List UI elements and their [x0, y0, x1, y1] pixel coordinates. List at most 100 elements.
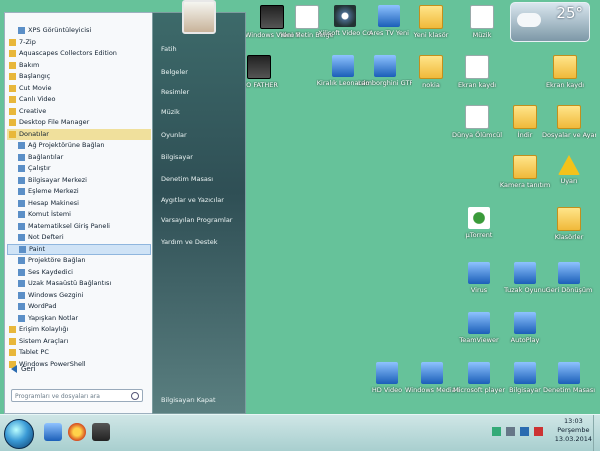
weather-temperature: 25°	[556, 4, 583, 22]
desktop-icon[interactable]: Uyarı	[542, 155, 596, 185]
program-item-label: Eşleme Merkezi	[28, 187, 79, 195]
program-item[interactable]: Komut İstemi	[7, 209, 151, 221]
program-item[interactable]: Eşleme Merkezi	[7, 186, 151, 198]
desktop-icon[interactable]: Yeni klasör	[404, 5, 458, 39]
app-icon	[18, 176, 25, 184]
start-menu-place-item[interactable]: Belgeler	[161, 68, 188, 76]
program-item[interactable]: Çalıştır	[7, 163, 151, 175]
program-item[interactable]: Başlangıç	[7, 71, 151, 83]
desktop-icon[interactable]: Ekran kaydı	[450, 55, 504, 89]
program-item[interactable]: Erişim Kolaylığı	[7, 324, 151, 336]
desktop-icon[interactable]: Dünya Ölümcül	[450, 105, 504, 139]
program-item[interactable]: Bağlantılar	[7, 152, 151, 164]
program-item-label: Erişim Kolaylığı	[19, 325, 69, 333]
volume-icon[interactable]	[520, 427, 529, 436]
desktop-icon-label: Windows Media Player	[405, 386, 459, 394]
folder-icon	[9, 119, 16, 127]
program-item[interactable]: Not Defteri	[7, 232, 151, 244]
media-icon	[334, 5, 356, 27]
clock-date: 13.03.2014	[554, 435, 592, 443]
program-item[interactable]: Uzak Masaüstü Bağlantısı	[7, 278, 151, 290]
desktop-icon-label: µTorrent	[465, 231, 493, 239]
app-blue-icon	[514, 312, 536, 334]
cloud-icon	[517, 13, 541, 27]
internet-explorer-icon[interactable]	[44, 423, 62, 441]
program-item[interactable]: Aquascapes Collectors Edition	[7, 48, 151, 60]
app-blue-icon	[468, 362, 490, 384]
program-item[interactable]: Yapışkan Notlar	[7, 313, 151, 325]
program-item[interactable]: Projektöre Bağlan	[7, 255, 151, 267]
folder-icon	[419, 55, 443, 79]
desktop-icon[interactable]: µTorrent	[452, 207, 506, 239]
start-menu-place-item[interactable]: Resimler	[161, 88, 189, 96]
desktop-icon[interactable]: Geri Dönüşüm	[542, 262, 596, 294]
doc-icon	[470, 5, 494, 29]
recycle-icon	[468, 207, 490, 229]
desktop-icon-label: Dünya Ölümcül	[451, 131, 502, 139]
start-menu-place-item[interactable]: Müzik	[161, 108, 180, 116]
start-menu-place-item[interactable]: Oyunlar	[161, 131, 187, 139]
program-item[interactable]: Hesap Makinesi	[7, 198, 151, 210]
weather-gadget[interactable]: 25°	[510, 2, 590, 42]
program-item[interactable]: Creative	[7, 106, 151, 118]
program-item[interactable]: WordPad	[7, 301, 151, 313]
flag-icon[interactable]	[506, 427, 515, 436]
desktop-icon-label: AutoPlay	[510, 336, 540, 344]
start-button[interactable]	[4, 419, 34, 449]
clock[interactable]: 13:03 Perşembe 13.03.2014	[555, 417, 592, 444]
start-menu-place-item[interactable]: Fatih	[161, 45, 177, 53]
back-button[interactable]: Geri	[11, 365, 36, 373]
program-item[interactable]: Tablet PC	[7, 347, 151, 359]
program-item-label: Canlı Video	[19, 95, 56, 103]
desktop-icon[interactable]: Klasörler	[542, 207, 596, 241]
folder-icon	[9, 130, 16, 138]
program-item[interactable]: Canlı Video	[7, 94, 151, 106]
desktop-icon[interactable]: Ekran kaydı	[538, 55, 592, 89]
program-item[interactable]: Ses Kaydedici	[7, 267, 151, 279]
program-item[interactable]: Matematiksel Giriş Paneli	[7, 221, 151, 233]
program-item[interactable]: Sistem Araçları	[7, 336, 151, 348]
start-menu-place-item[interactable]: Varsayılan Programlar	[161, 216, 232, 224]
program-item-label: Cut Movie	[19, 83, 52, 92]
program-item[interactable]: Cut Movie	[7, 83, 151, 95]
app-blue-icon	[468, 312, 490, 334]
program-item[interactable]: XPS Görüntüleyicisi	[7, 25, 151, 37]
start-menu-place-item[interactable]: Aygıtlar ve Yazıcılar	[161, 196, 224, 204]
program-item[interactable]: Ağ Projektörüne Bağlan	[7, 140, 151, 152]
show-desktop-button[interactable]	[593, 415, 600, 451]
folder-icon	[9, 96, 16, 104]
desktop-icon[interactable]: Dosyalar ve Ayarlar	[542, 105, 596, 139]
start-menu-place-item[interactable]: Bilgisayarı Kapat	[161, 396, 216, 404]
program-item[interactable]: Bakım	[7, 60, 151, 72]
app-icon	[18, 188, 25, 196]
desktop-icon[interactable]: Denetim Masası	[542, 362, 596, 394]
network-icon[interactable]	[492, 427, 501, 436]
folder-icon	[9, 326, 16, 334]
program-item[interactable]: Windows Gezgini	[7, 290, 151, 302]
search-input[interactable]: Programları ve dosyaları ara	[11, 389, 143, 402]
start-menu-place-item[interactable]: Bilgisayar	[161, 153, 193, 161]
program-item[interactable]: 7-Zip	[7, 37, 151, 49]
program-item-label: Komut İstemi	[28, 210, 71, 218]
start-menu-place-item[interactable]: Yardım ve Destek	[161, 238, 218, 246]
program-item[interactable]: Donatılar	[7, 128, 151, 140]
desktop-icon[interactable]: AutoPlay	[498, 312, 552, 344]
program-item-label: Not Defteri	[28, 233, 64, 241]
user-avatar[interactable]	[182, 0, 216, 34]
antivirus-icon[interactable]	[534, 427, 543, 436]
desktop-icon[interactable]: Müzik	[455, 5, 509, 39]
app-blue-icon	[374, 55, 396, 77]
program-item-label: Başlangıç	[19, 72, 51, 80]
media-player-icon[interactable]	[68, 423, 86, 441]
folder-icon	[553, 55, 577, 79]
desktop-icon-label: Geri Dönüşüm	[545, 286, 593, 294]
app-blue-icon	[332, 55, 354, 77]
start-menu-place-item[interactable]: Denetim Masası	[161, 175, 213, 183]
program-item[interactable]: Bilgisayar Merkezi	[7, 175, 151, 187]
desktop-icon[interactable]: Windows Media Player	[405, 362, 459, 394]
desktop-icon-label: Müzik	[472, 31, 492, 39]
folder-icon	[513, 105, 537, 129]
program-item[interactable]: Paint	[7, 243, 151, 255]
video-app-icon[interactable]	[92, 423, 110, 441]
program-item[interactable]: Desktop File Manager	[7, 117, 151, 129]
